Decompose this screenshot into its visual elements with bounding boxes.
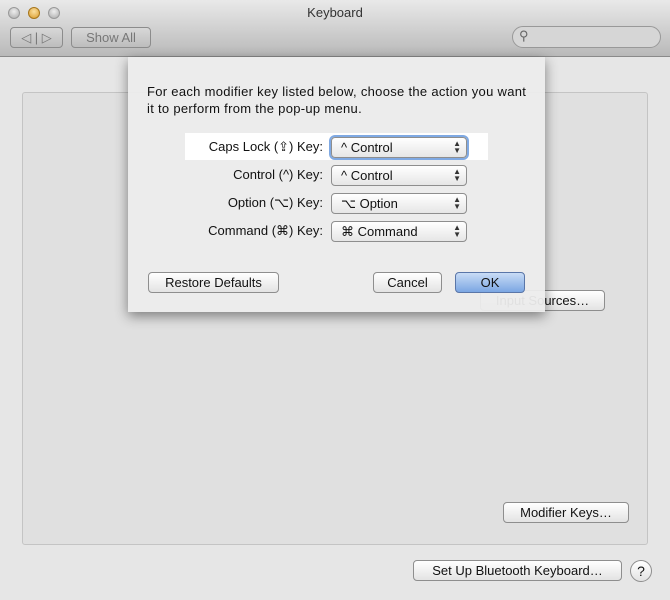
- search-field[interactable]: ⚲: [512, 26, 661, 48]
- ok-button[interactable]: OK: [455, 272, 525, 293]
- window-title: Keyboard: [307, 5, 363, 20]
- updown-arrows-icon: ▲ ▼: [453, 223, 461, 239]
- forward-icon[interactable]: ▷: [42, 30, 52, 45]
- title-bar: Keyboard ◁ | ▷ Show All ⚲: [0, 0, 670, 57]
- show-all-button[interactable]: Show All: [71, 27, 151, 48]
- updown-arrows-icon: ▲ ▼: [453, 195, 461, 211]
- popup-value: ⌘ Command: [341, 224, 418, 239]
- cancel-button[interactable]: Cancel: [373, 272, 442, 293]
- option-popup[interactable]: ⌥ Option ▲ ▼: [331, 193, 467, 214]
- help-button[interactable]: ?: [630, 560, 652, 582]
- restore-defaults-button[interactable]: Restore Defaults: [148, 272, 279, 293]
- caps-lock-popup[interactable]: ^ Control ▲ ▼: [331, 137, 467, 158]
- popup-value: ⌥ Option: [341, 196, 398, 211]
- control-popup[interactable]: ^ Control ▲ ▼: [331, 165, 467, 186]
- popup-value: ^ Control: [341, 140, 393, 155]
- back-forward-control[interactable]: ◁ | ▷: [10, 27, 63, 48]
- control-label: Control (^) Key:: [233, 167, 323, 182]
- bluetooth-keyboard-button[interactable]: Set Up Bluetooth Keyboard…: [413, 560, 622, 581]
- modifier-keys-button[interactable]: Modifier Keys…: [503, 502, 629, 523]
- updown-arrows-icon: ▲ ▼: [453, 167, 461, 183]
- option-label: Option (⌥) Key:: [227, 195, 323, 210]
- back-icon[interactable]: ◁: [21, 30, 31, 45]
- modifier-keys-sheet: For each modifier key listed below, choo…: [128, 57, 545, 312]
- command-popup[interactable]: ⌘ Command ▲ ▼: [331, 221, 467, 242]
- search-icon: ⚲: [519, 28, 529, 43]
- popup-value: ^ Control: [341, 168, 393, 183]
- command-label: Command (⌘) Key:: [208, 223, 323, 238]
- sheet-description: For each modifier key listed below, choo…: [147, 84, 527, 116]
- updown-arrows-icon: ▲ ▼: [453, 139, 461, 155]
- caps-lock-label: Caps Lock (⇪) Key:: [208, 139, 323, 154]
